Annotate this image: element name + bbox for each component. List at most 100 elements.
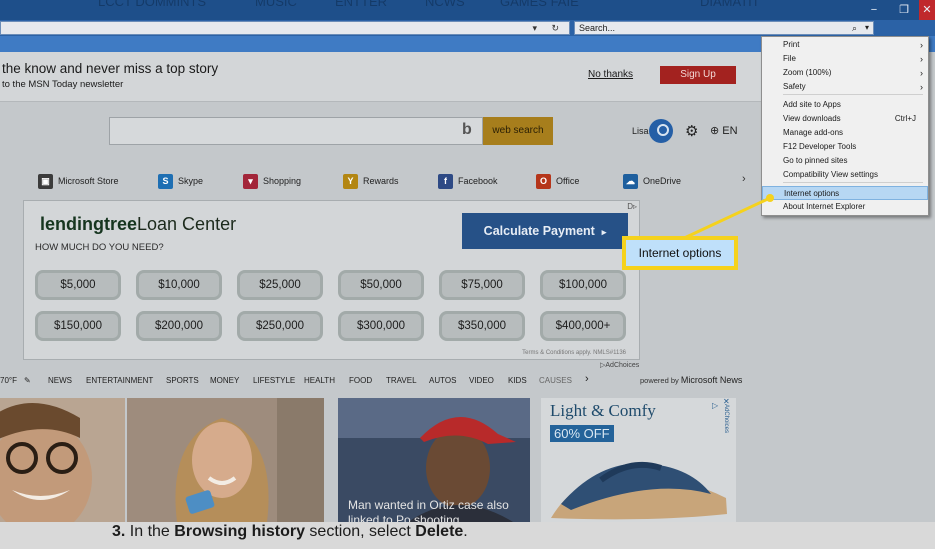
amount-button[interactable]: $50,000	[338, 270, 424, 300]
lendingtree-ad[interactable]: lendingtreeLoan Center HOW MUCH DO YOU N…	[23, 200, 640, 360]
weather-temp[interactable]: 70°F	[0, 376, 17, 385]
ad-close-icon[interactable]: D▹	[627, 202, 637, 211]
sandal-ad-tile[interactable]: Light & Comfy 60% OFF ▷ AdChoices ✕	[541, 398, 736, 522]
nav-sports[interactable]: SPORTS	[166, 376, 199, 385]
web-search-input[interactable]	[109, 117, 483, 145]
amount-button[interactable]: $75,000	[439, 270, 525, 300]
nav-food[interactable]: FOOD	[349, 376, 372, 385]
news-tile-glasses[interactable]	[0, 398, 125, 522]
menu-item-safety[interactable]: Safety ›	[762, 80, 928, 94]
submenu-arrow-icon: ›	[920, 40, 923, 50]
amount-button[interactable]: $400,000+	[540, 311, 626, 341]
nav-news[interactable]: NEWS	[48, 376, 72, 385]
ad-close-icon[interactable]: ✕	[723, 398, 730, 406]
amount-button[interactable]: $300,000	[338, 311, 424, 341]
news-headline[interactable]: Man wanted in Ortiz case also linked to …	[348, 498, 528, 522]
nav-autos[interactable]: AUTOS	[429, 376, 456, 385]
menu-item-print[interactable]: Print ›	[762, 38, 928, 52]
quicklink-label: OneDrive	[643, 176, 682, 186]
nav-health[interactable]: HEALTH	[304, 376, 335, 385]
quicklink-microsoft-store[interactable]: ▣ Microsoft Store	[38, 170, 119, 192]
news-tile-woman-card[interactable]	[127, 398, 324, 522]
address-bar[interactable]: ▾ ↻	[0, 21, 570, 35]
menu-item-label: Manage add-ons	[783, 128, 844, 137]
calculate-payment-button[interactable]: Calculate Payment ▸	[462, 213, 628, 249]
menu-item-compatibility-view-settings[interactable]: Compatibility View settings	[762, 168, 928, 182]
search-placeholder: Search...	[579, 23, 616, 33]
user-name[interactable]: Lisa	[632, 126, 649, 136]
amount-button[interactable]: $25,000	[237, 270, 323, 300]
chevron-down-icon[interactable]: ▾	[865, 22, 869, 34]
sign-up-button[interactable]: Sign Up	[660, 66, 736, 84]
menu-item-internet-options[interactable]: Internet options	[762, 186, 928, 200]
amount-button[interactable]: $200,000	[136, 311, 222, 341]
chevron-right-icon[interactable]: ›	[585, 373, 589, 385]
menu-item-about-internet-explorer[interactable]: About Internet Explorer	[762, 200, 928, 214]
menu-item-file[interactable]: File ›	[762, 52, 928, 66]
quicklink-label: Facebook	[458, 176, 498, 186]
search-icon[interactable]: ⌕	[852, 22, 857, 34]
screenshot-stage: LCCT DOMMINTS MUSIC ENTTER NCWS GAMES FA…	[0, 0, 935, 549]
quicklink-label: Microsoft Store	[58, 176, 119, 186]
amount-button[interactable]: $10,000	[136, 270, 222, 300]
ghost-tab: NCWS	[425, 0, 465, 9]
web-search-button[interactable]: web search	[483, 117, 553, 145]
menu-item-label: About Internet Explorer	[783, 202, 866, 211]
menu-item-zoom-100[interactable]: Zoom (100%) ›	[762, 66, 928, 80]
quicklink-facebook[interactable]: f Facebook	[438, 170, 498, 192]
quicklink-onedrive[interactable]: ☁ OneDrive	[623, 170, 681, 192]
chevron-right-icon[interactable]: ›	[742, 173, 746, 185]
page-settings-gear-icon[interactable]: ⚙	[685, 122, 698, 140]
menu-item-label: Zoom (100%)	[783, 68, 832, 77]
refresh-icon[interactable]: ▾ ↻	[532, 22, 565, 34]
adchoices-label[interactable]: ▷AdChoices	[600, 361, 639, 369]
window-controls: − ❐ ✕	[859, 0, 935, 20]
amount-button[interactable]: $150,000	[35, 311, 121, 341]
no-thanks-link[interactable]: No thanks	[588, 69, 633, 80]
language-selector[interactable]: ⊕ EN	[710, 124, 738, 137]
quicklink-skype[interactable]: S Skype	[158, 170, 203, 192]
facebook-icon: f	[438, 173, 453, 189]
search-input[interactable]: Search... ⌕ ▾	[574, 21, 874, 35]
menu-item-go-to-pinned-sites[interactable]: Go to pinned sites	[762, 154, 928, 168]
restore-button[interactable]: ❐	[889, 0, 919, 20]
menu-item-view-downloads[interactable]: View downloads Ctrl+J	[762, 112, 928, 126]
menu-item-label: File	[783, 54, 796, 63]
menu-item-manage-add-ons[interactable]: Manage add-ons	[762, 126, 928, 140]
quicklink-rewards[interactable]: Y Rewards	[343, 170, 399, 192]
tile-image	[127, 398, 324, 522]
nav-causes[interactable]: CAUSES	[539, 376, 572, 385]
store-bag-icon: ▣	[38, 173, 53, 189]
address-toolbar: ▾ ↻ Search... ⌕ ▾ ⌂ ★ ⚙	[0, 20, 935, 54]
instruction-text: 3. In the Browsing history section, sele…	[112, 523, 468, 540]
newsletter-banner: the know and never miss a top story to t…	[0, 52, 840, 102]
avatar[interactable]	[649, 119, 673, 143]
menu-item-label: View downloads	[783, 114, 841, 123]
menu-item-label: Internet options	[784, 189, 840, 198]
ghost-tab: MUSIC	[255, 0, 297, 9]
tile-image	[0, 398, 125, 522]
quicklink-office[interactable]: O Office	[536, 170, 579, 192]
menu-item-add-site-to-apps[interactable]: Add site to Apps	[762, 98, 928, 112]
quicklink-shopping[interactable]: ▾ Shopping	[243, 170, 301, 192]
nav-travel[interactable]: TRAVEL	[386, 376, 417, 385]
amount-button[interactable]: $350,000	[439, 311, 525, 341]
nav-kids[interactable]: KIDS	[508, 376, 527, 385]
quicklink-label: Rewards	[363, 176, 399, 186]
close-button[interactable]: ✕	[919, 0, 935, 20]
nav-video[interactable]: VIDEO	[469, 376, 494, 385]
menu-item-f12-developer-tools[interactable]: F12 Developer Tools	[762, 140, 928, 154]
nav-money[interactable]: MONEY	[210, 376, 239, 385]
news-tile-ortiz[interactable]: Man wanted in Ortiz case also linked to …	[338, 398, 530, 522]
nav-lifestyle[interactable]: LIFESTYLE	[253, 376, 295, 385]
submenu-arrow-icon: ›	[920, 54, 923, 64]
menu-item-label: Go to pinned sites	[783, 156, 848, 165]
amount-button[interactable]: $5,000	[35, 270, 121, 300]
edit-pencil-icon[interactable]: ✎	[24, 376, 31, 385]
nav-entertainment[interactable]: ENTERTAINMENT	[86, 376, 153, 385]
minimize-button[interactable]: −	[859, 0, 889, 20]
amount-button[interactable]: $250,000	[237, 311, 323, 341]
internet-options-callout: Internet options	[622, 236, 738, 270]
onedrive-cloud-icon: ☁	[623, 173, 638, 189]
amount-button[interactable]: $100,000	[540, 270, 626, 300]
